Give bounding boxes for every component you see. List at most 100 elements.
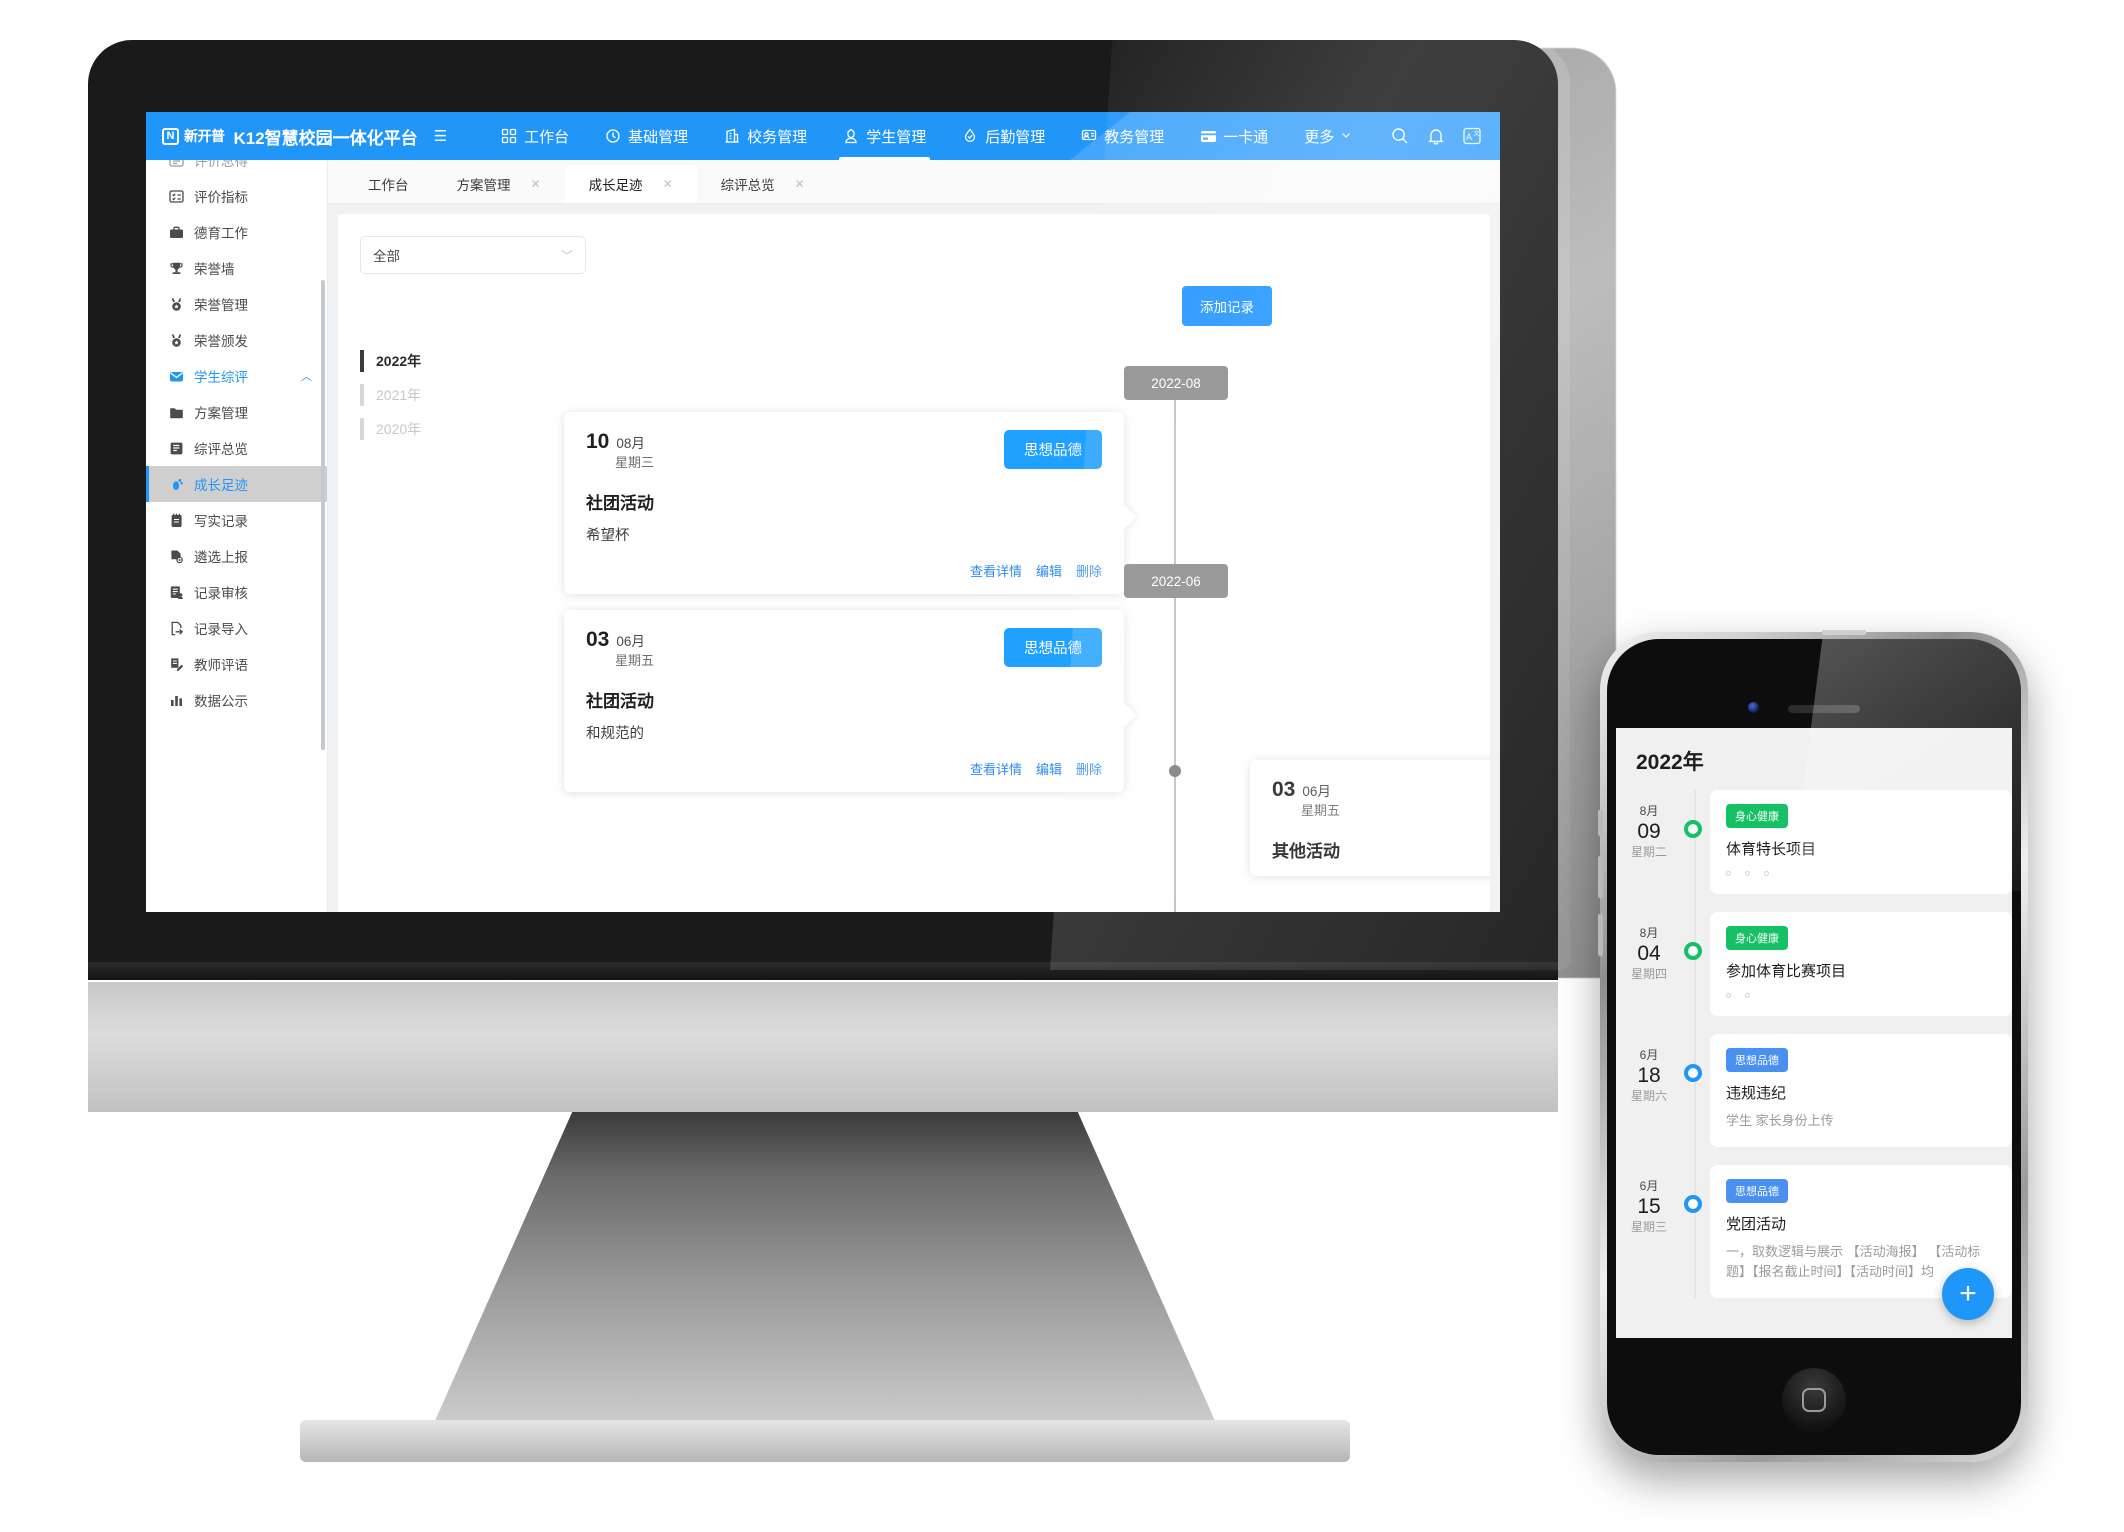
phone-silent-switch[interactable]: [1598, 810, 1603, 836]
edit-link[interactable]: 编辑: [1036, 561, 1062, 580]
phone-item-day: 15: [1637, 1195, 1661, 1219]
nav-item-school-affairs[interactable]: 校务管理: [706, 112, 825, 160]
delete-link[interactable]: 删除: [1076, 759, 1102, 778]
nav-item-basic[interactable]: 基础管理: [587, 112, 706, 160]
card-category-tag[interactable]: 思想品德: [1004, 430, 1102, 469]
phone-item-badge: 身心健康: [1726, 926, 1788, 950]
sidebar-item-selection-report[interactable]: 遴选上报: [146, 538, 327, 574]
category-filter-select[interactable]: 全部 ﹀: [360, 236, 586, 274]
year-marker: [360, 418, 364, 440]
phone-item-card[interactable]: 身心健康 体育特长项目: [1710, 790, 2012, 894]
drop-icon: [962, 128, 978, 144]
hamburger-icon[interactable]: ☰: [434, 127, 447, 145]
sidebar-item-label: 成长足迹: [194, 478, 248, 493]
sidebar-item-moral-education[interactable]: 德育工作: [146, 214, 327, 250]
sidebar-scrollbar[interactable]: [321, 280, 325, 750]
sidebar-scroll-area: 评价总得 评价指标 德育工作 荣誉墙 荣誉管理 荣誉颁发 学生综评 ︿ 方案管理…: [146, 160, 327, 718]
card-date: 03 06月 星期五: [586, 628, 654, 669]
sidebar-item-record-import[interactable]: 记录导入: [146, 610, 327, 646]
card-category-tag[interactable]: 思想品德: [1004, 628, 1102, 667]
phone-item-card[interactable]: 身心健康 参加体育比赛项目: [1710, 912, 2012, 1016]
phone-item-weekday: 星期三: [1630, 1220, 1667, 1235]
sidebar-item-evaluation-total[interactable]: 评价总得: [146, 160, 327, 178]
bell-icon[interactable]: [1426, 126, 1446, 146]
close-icon[interactable]: ✕: [795, 177, 805, 191]
view-detail-link[interactable]: 查看详情: [970, 561, 1022, 580]
nav-item-logistics[interactable]: 后勤管理: [944, 112, 1063, 160]
nav-label: 校务管理: [747, 128, 808, 146]
tab-evaluation-overview[interactable]: 综评总览 ✕: [697, 165, 829, 203]
sidebar-item-honor-management[interactable]: 荣誉管理: [146, 286, 327, 322]
tab-plan-management[interactable]: 方案管理 ✕: [433, 165, 565, 203]
sidebar-item-plan-management[interactable]: 方案管理: [146, 394, 327, 430]
monitor-pedestal: [430, 1112, 1220, 1432]
phone-item-month: 6月: [1639, 1048, 1659, 1062]
tab-workbench[interactable]: 工作台: [344, 165, 433, 203]
sidebar-item-honor-award[interactable]: 荣誉颁发: [146, 322, 327, 358]
phone-add-fab[interactable]: +: [1942, 1268, 1994, 1320]
nav-item-card[interactable]: 一卡通: [1182, 112, 1286, 160]
sidebar-item-label: 荣誉颁发: [194, 334, 248, 349]
phone-mockup: 2022年 8月 09 星期二 身心健康 体育特长项目 8月 04 星期四 身心…: [1598, 630, 2028, 1462]
delete-link[interactable]: 删除: [1076, 561, 1102, 580]
sidebar-item-label: 学生综评: [194, 370, 248, 385]
card-header: 03 06月 星期五 思想品德: [586, 628, 1102, 669]
building-icon: [724, 128, 740, 144]
phone-volume-down-button[interactable]: [1598, 914, 1603, 956]
nav-item-workbench[interactable]: 工作台: [483, 112, 587, 160]
edit-link[interactable]: 编辑: [1036, 759, 1062, 778]
sidebar-item-evaluation-index[interactable]: 评价指标: [146, 178, 327, 214]
card-month: 08月: [616, 436, 645, 451]
timeline-card[interactable]: 03 06月 星期五 其他活动: [1250, 760, 1490, 877]
phone-screen: 2022年 8月 09 星期二 身心健康 体育特长项目 8月 04 星期四 身心…: [1616, 728, 2012, 1338]
tab-growth-footprint[interactable]: 成长足迹 ✕: [564, 165, 697, 203]
brand-logo-icon: N: [162, 127, 179, 145]
phone-item-date: 8月 04 星期四: [1616, 912, 1682, 1016]
sidebar: 评价总得 评价指标 德育工作 荣誉墙 荣誉管理 荣誉颁发 学生综评 ︿ 方案管理…: [146, 160, 328, 912]
student-icon: [843, 128, 859, 144]
chevron-up-icon[interactable]: ︿: [301, 368, 312, 384]
nav-item-academic[interactable]: 教务管理: [1063, 112, 1182, 160]
year-item-2022[interactable]: 2022年: [360, 344, 421, 378]
phone-timeline-dot: [1684, 820, 1702, 838]
sidebar-group-student-evaluation[interactable]: 学生综评 ︿: [146, 358, 327, 394]
phone-power-button[interactable]: [1822, 630, 1866, 635]
phone-item-month: 8月: [1639, 926, 1659, 940]
phone-item-card[interactable]: 思想品德 违规违纪 学生 家长身份上传: [1710, 1034, 2012, 1148]
card-weekday: 星期五: [615, 653, 655, 669]
timeline-card[interactable]: 10 08月 星期三 思想品德 社团活动 希望杯 查看详情 编辑 删除: [564, 412, 1124, 595]
phone-volume-up-button[interactable]: [1598, 856, 1603, 898]
sidebar-item-label: 综评总览: [194, 442, 248, 457]
sidebar-item-growth-footprint[interactable]: 成长足迹: [146, 466, 327, 502]
phone-timeline-list: 8月 09 星期二 身心健康 体育特长项目 8月 04 星期四 身心健康 参加体…: [1616, 790, 2012, 1299]
nav-item-more[interactable]: 更多: [1286, 126, 1370, 147]
import-icon: [168, 620, 184, 636]
brand[interactable]: N 新开普 K12智慧校园一体化平台: [146, 124, 418, 149]
translate-icon[interactable]: A文: [1462, 126, 1482, 146]
year-item-2021[interactable]: 2021年: [360, 378, 421, 412]
sidebar-item-honor-wall[interactable]: 荣誉墙: [146, 250, 327, 286]
tab-label: 方案管理: [456, 178, 511, 193]
sidebar-item-record-audit[interactable]: 记录审核: [146, 574, 327, 610]
view-detail-link[interactable]: 查看详情: [970, 759, 1022, 778]
sidebar-item-data-publicity[interactable]: 数据公示: [146, 682, 327, 718]
medal-icon: [168, 296, 184, 312]
phone-home-button[interactable]: [1782, 1368, 1846, 1432]
year-marker: [360, 350, 364, 372]
phone-list-item[interactable]: 6月 18 星期六 思想品德 违规违纪 学生 家长身份上传: [1616, 1034, 2012, 1148]
sidebar-item-evaluation-overview[interactable]: 综评总览: [146, 430, 327, 466]
timeline-card[interactable]: 03 06月 星期五 思想品德 社团活动 和规范的 查看详情 编辑 删除: [564, 610, 1124, 793]
timeline-month-chip: 2022-08: [1124, 366, 1228, 400]
phone-list-item[interactable]: 8月 09 星期二 身心健康 体育特长项目: [1616, 790, 2012, 894]
card-actions: 查看详情 编辑 删除: [586, 561, 1102, 580]
search-icon[interactable]: [1390, 126, 1410, 146]
close-icon[interactable]: ✕: [663, 177, 673, 191]
nav-item-student-management[interactable]: 学生管理: [825, 112, 944, 160]
sidebar-item-realistic-record[interactable]: 写实记录: [146, 502, 327, 538]
close-icon[interactable]: ✕: [531, 177, 541, 191]
timeline-month-chip: 2022-06: [1124, 564, 1228, 598]
phone-list-item[interactable]: 8月 04 星期四 身心健康 参加体育比赛项目: [1616, 912, 2012, 1016]
year-item-2020[interactable]: 2020年: [360, 412, 421, 446]
sidebar-item-teacher-comment[interactable]: 教师评语: [146, 646, 327, 682]
screenshot-stage: N 新开普 K12智慧校园一体化平台 ☰ 工作台 基础管理 校务管理 学生管理 …: [0, 0, 2124, 1532]
